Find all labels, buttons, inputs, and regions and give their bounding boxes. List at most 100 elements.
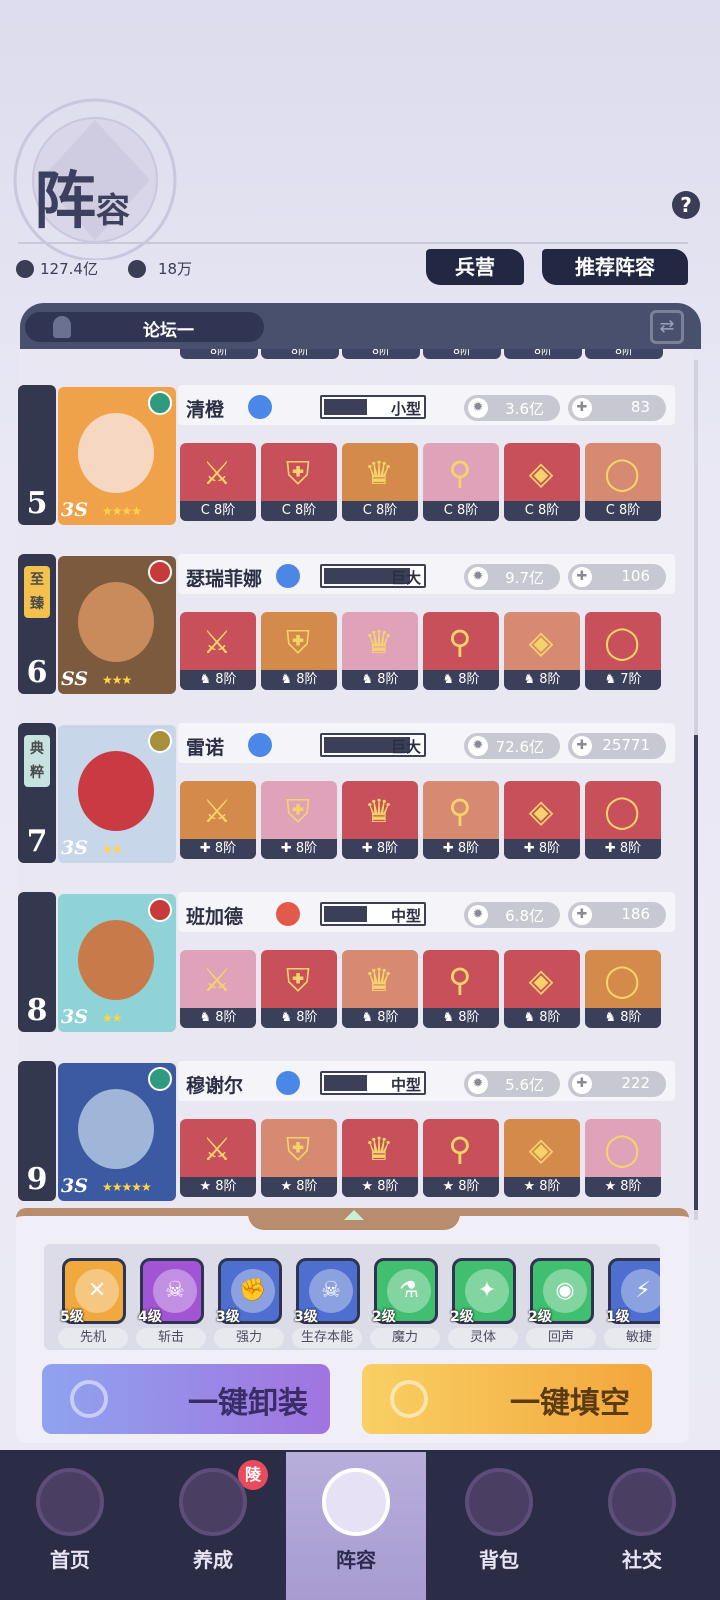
trait-item[interactable]: ✕ 5级 先机 <box>58 1258 128 1348</box>
nav-train[interactable]: 养成 <box>143 1452 283 1600</box>
hero-grade: SS <box>61 668 89 690</box>
class-icon <box>248 395 272 419</box>
nav-lineup[interactable]: 阵容 <box>286 1452 426 1600</box>
size-label: 巨大 <box>390 569 421 587</box>
equip-level: ♞ 8阶 <box>261 670 337 690</box>
help-button[interactable]: ? <box>672 191 700 219</box>
equip-slot-ring[interactable]: ◯ ★ 8阶 <box>585 1119 661 1197</box>
equip-level: ✚ 8阶 <box>504 839 580 859</box>
gold-icon <box>127 259 146 278</box>
team-selector[interactable]: 论坛一 <box>25 312 264 342</box>
hero-grade: 3S <box>61 1006 88 1028</box>
boots-icon: ⚲ <box>448 961 472 999</box>
peek-equip-level: 8阶 <box>585 349 663 359</box>
nav-home[interactable]: 首页 <box>0 1452 140 1600</box>
hero-row[interactable]: 至臻 6 SS ★★★ 瑟瑞菲娜 巨大 ✹ 9.7亿 ✚ 106 ⚔ ♞ 8阶 ⛨ ♞ 8阶 ♛ ♞ 8阶 ⚲ ♞… <box>18 554 693 699</box>
equip-slot-armor[interactable]: ⛨ ♞ 8阶 <box>261 612 337 690</box>
equip-slot-sword[interactable]: ⚔ ♞ 8阶 <box>180 950 256 1028</box>
defense-value: 106 <box>621 567 650 585</box>
equip-slot-helmet[interactable]: ♛ C 8阶 <box>342 443 418 521</box>
barracks-button[interactable]: 兵营 <box>426 249 524 285</box>
hero-portrait[interactable]: SS ★★★ <box>58 556 176 694</box>
equip-slot-sword[interactable]: ⚔ ★ 8阶 <box>180 1119 256 1197</box>
hero-name: 瑟瑞菲娜 <box>186 568 263 590</box>
fill-all-button[interactable]: 一键填空 <box>362 1364 652 1434</box>
panel-toggle[interactable] <box>248 1208 460 1230</box>
scrollbar-thumb[interactable] <box>694 735 698 1210</box>
power-value: 6.8亿 <box>505 907 544 925</box>
ring-icon: ◯ <box>604 454 640 492</box>
equip-slot-boots[interactable]: ⚲ ♞ 8阶 <box>423 612 499 690</box>
trait-item[interactable]: ✊ 3级 强力 <box>214 1258 284 1348</box>
swap-icon[interactable]: ⇄ <box>650 310 684 344</box>
equip-slot-ring[interactable]: ◯ ✚ 8阶 <box>585 781 661 859</box>
equip-level: ✚ 8阶 <box>585 839 661 859</box>
trait-list[interactable]: ✕ 5级 先机 ☠ 4级 斩击 ✊ 3级 强力 ☠ 3级 生存本能 ⚗ 2级 魔力 ✦ 2级 灵体 ◉ 2级 回声 ⚡ 1级… <box>44 1244 660 1350</box>
equip-level: ♞ 8阶 <box>342 1008 418 1028</box>
trait-item[interactable]: ✦ 2级 灵体 <box>448 1258 518 1348</box>
equip-slot-helmet[interactable]: ♛ ♞ 8阶 <box>342 612 418 690</box>
faction-icon <box>148 729 172 753</box>
trait-item[interactable]: ☠ 3级 生存本能 <box>292 1258 362 1348</box>
home-icon <box>36 1468 104 1536</box>
trait-item[interactable]: ⚗ 2级 魔力 <box>370 1258 440 1348</box>
equip-slot-helmet[interactable]: ♛ ✚ 8阶 <box>342 781 418 859</box>
hero-row[interactable]: 5 3S ★★★★ 清橙 小型 ✹ 3.6亿 ✚ 83 ⚔ C 8阶 ⛨ C 8阶 ♛ C 8阶 ⚲ C 8阶 ◈… <box>18 385 693 530</box>
hero-list[interactable]: 8阶 8阶 8阶 8阶 8阶 8阶 5 3S ★★★★ 清橙 小型 ✹ 3.6亿 ✚ 83 ⚔ C 8阶 ⛨ C 8… <box>18 349 693 1219</box>
recommend-lineup-button[interactable]: 推荐阵容 <box>542 249 688 285</box>
trait-item[interactable]: ◉ 2级 回声 <box>526 1258 596 1348</box>
equip-slot-armor[interactable]: ⛨ ✚ 8阶 <box>261 781 337 859</box>
sword-icon: ⚔ <box>202 454 232 492</box>
sword-icon: ⚔ <box>202 1130 232 1168</box>
hero-grade: 3S <box>61 837 88 859</box>
faction-icon <box>148 898 172 922</box>
equip-slot-sword[interactable]: ⚔ ♞ 8阶 <box>180 612 256 690</box>
nav-social[interactable]: 社交 <box>572 1452 712 1600</box>
hero-row[interactable]: 8 3S ★★ 班加德 中型 ✹ 6.8亿 ✚ 186 ⚔ ♞ 8阶 ⛨ ♞ 8阶 ♛ ♞ 8阶 ⚲ ♞ 8阶 ◈… <box>18 892 693 1037</box>
equip-slot-boots[interactable]: ⚲ ✚ 8阶 <box>423 781 499 859</box>
hero-portrait[interactable]: 3S ★★★★★ <box>58 1063 176 1201</box>
equip-slot-sword[interactable]: ⚔ ✚ 8阶 <box>180 781 256 859</box>
equip-slot-helmet[interactable]: ♛ ♞ 8阶 <box>342 950 418 1028</box>
equip-slot-boots[interactable]: ⚲ ★ 8阶 <box>423 1119 499 1197</box>
equip-slot-armor[interactable]: ⛨ ♞ 8阶 <box>261 950 337 1028</box>
equip-slot-ring[interactable]: ◯ C 8阶 <box>585 443 661 521</box>
hero-row[interactable]: 9 3S ★★★★★ 穆谢尔 中型 ✹ 5.6亿 ✚ 222 ⚔ ★ 8阶 ⛨ ★ 8阶 ♛ ★ 8阶 ⚲ ★ … <box>18 1061 693 1206</box>
equip-level: ✚ 8阶 <box>180 839 256 859</box>
equip-slot-amulet[interactable]: ◈ ★ 8阶 <box>504 1119 580 1197</box>
unequip-all-button[interactable]: 一键卸装 <box>42 1364 330 1434</box>
ring-icon: ◯ <box>604 792 640 830</box>
equip-slot-boots[interactable]: ⚲ C 8阶 <box>423 443 499 521</box>
size-label: 小型 <box>390 400 421 418</box>
size-indicator: 中型 <box>320 902 426 926</box>
equip-slot-amulet[interactable]: ◈ C 8阶 <box>504 443 580 521</box>
hero-row[interactable]: 典粹 7 3S ★★ 雷诺 巨大 ✹ 72.6亿 ✚ 25771 ⚔ ✚ 8阶 ⛨ ✚ 8阶 ♛ ✚ 8阶 ⚲ ✚… <box>18 723 693 868</box>
trait-item[interactable]: ☠ 4级 斩击 <box>136 1258 206 1348</box>
power-icon: ✹ <box>468 736 488 756</box>
gold-amount: 18万 <box>157 260 193 278</box>
helmet-icon: ♛ <box>364 1130 394 1168</box>
equip-slot-armor[interactable]: ⛨ C 8阶 <box>261 443 337 521</box>
equip-slot-ring[interactable]: ◯ ♞ 8阶 <box>585 950 661 1028</box>
equip-slot-sword[interactable]: ⚔ C 8阶 <box>180 443 256 521</box>
equip-slot-armor[interactable]: ⛨ ★ 8阶 <box>261 1119 337 1197</box>
hero-portrait[interactable]: 3S ★★★★ <box>58 387 176 525</box>
hero-portrait[interactable]: 3S ★★ <box>58 894 176 1032</box>
trait-level: 5级 <box>60 1309 84 1325</box>
nav-bag[interactable]: 背包 <box>429 1452 569 1600</box>
hero-portrait[interactable]: 3S ★★ <box>58 725 176 863</box>
equip-level: C 8阶 <box>261 501 337 521</box>
equip-level: ★ 8阶 <box>261 1177 337 1197</box>
equip-slot-helmet[interactable]: ♛ ★ 8阶 <box>342 1119 418 1197</box>
equip-slot-amulet[interactable]: ◈ ♞ 8阶 <box>504 950 580 1028</box>
equip-level: ♞ 8阶 <box>423 1008 499 1028</box>
trait-item[interactable]: ⚡ 1级 敏捷 <box>604 1258 660 1348</box>
rank-number: 5 <box>26 486 48 521</box>
equip-level: ✚ 8阶 <box>342 839 418 859</box>
defense-value: 83 <box>630 398 650 416</box>
hero-info-bar: 雷诺 巨大 ✹ 72.6亿 ✚ 25771 <box>178 723 675 763</box>
equip-slot-amulet[interactable]: ◈ ♞ 8阶 <box>504 612 580 690</box>
equip-slot-ring[interactable]: ◯ ♞ 7阶 <box>585 612 661 690</box>
equip-slot-amulet[interactable]: ◈ ✚ 8阶 <box>504 781 580 859</box>
equip-slot-boots[interactable]: ⚲ ♞ 8阶 <box>423 950 499 1028</box>
